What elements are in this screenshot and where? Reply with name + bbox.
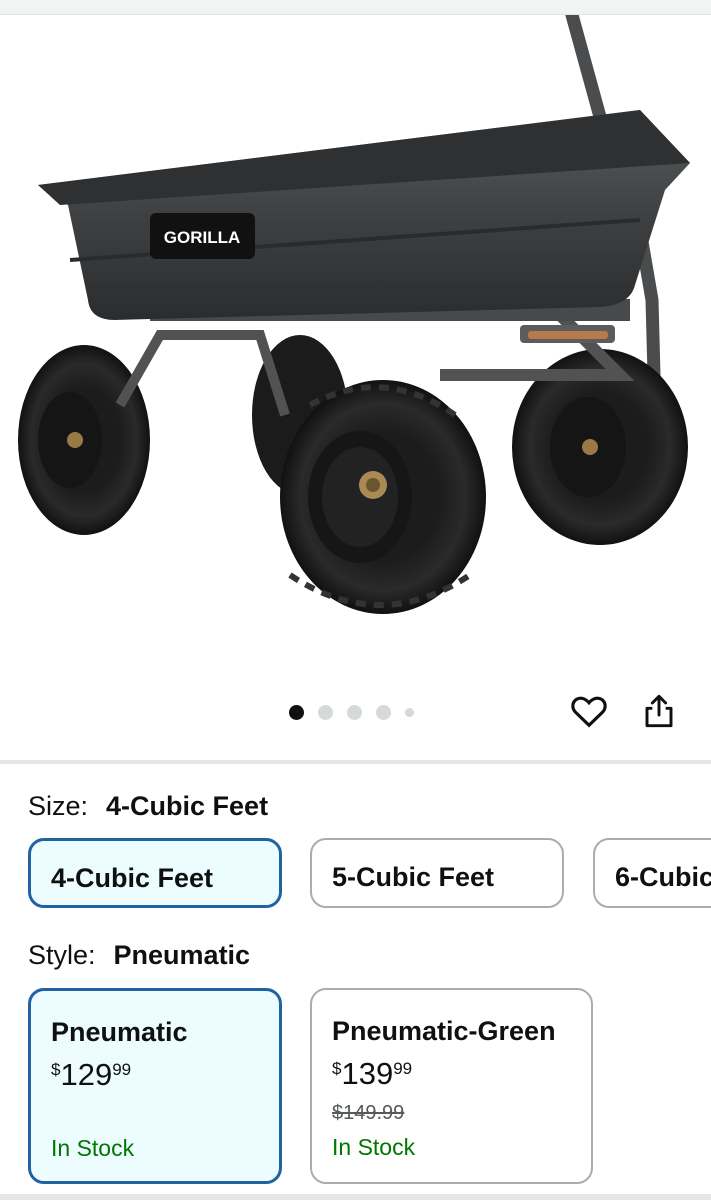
carousel-dot[interactable] (347, 705, 362, 720)
carousel-dot[interactable] (376, 705, 391, 720)
price: $13999 (332, 1056, 412, 1092)
brand-logo-text: GORILLA (164, 228, 241, 247)
carousel-dot[interactable] (405, 708, 414, 717)
list-price: $149.99 (332, 1102, 405, 1124)
heart-outline-icon (571, 696, 607, 728)
style-option-name: Pneumatic (51, 1017, 188, 1047)
share-button[interactable] (643, 693, 683, 733)
style-option-name: Pneumatic-Green (332, 1016, 556, 1046)
top-bar (0, 0, 711, 15)
style-selected-value: Pneumatic (113, 940, 251, 970)
bottom-divider (0, 1194, 711, 1200)
size-selector-label: Size: 4-Cubic Feet (28, 791, 268, 822)
style-selector-label: Style: Pneumatic (28, 940, 250, 971)
price-currency: $ (332, 1059, 342, 1078)
style-option-pneumatic[interactable]: Pneumatic $12999 In Stock (28, 988, 282, 1184)
price-whole: 139 (341, 1056, 394, 1091)
size-options-scroller[interactable]: 4-Cubic Feet 5-Cubic Feet 6-Cubic Feet (0, 830, 711, 920)
size-option-label: 6-Cubic Feet (615, 862, 711, 892)
section-divider (0, 760, 711, 764)
size-option-6-cubic-feet[interactable]: 6-Cubic Feet (593, 838, 711, 908)
stock-status: In Stock (51, 1135, 135, 1161)
price-fraction: 99 (112, 1060, 132, 1079)
product-image: GORILLA (18, 15, 690, 614)
price: $12999 (51, 1057, 131, 1093)
favorite-button[interactable] (570, 693, 610, 733)
size-label: Size: (28, 791, 89, 821)
size-option-label: 4-Cubic Feet (51, 863, 214, 893)
size-option-4-cubic-feet[interactable]: 4-Cubic Feet (28, 838, 282, 908)
carousel-dot[interactable] (289, 705, 304, 720)
share-icon (645, 694, 673, 728)
product-image-gallery[interactable]: GORILLA (0, 15, 711, 760)
carousel-dot[interactable] (318, 705, 333, 720)
price-fraction: 99 (393, 1059, 413, 1078)
price-whole: 129 (60, 1057, 113, 1092)
image-carousel-dots[interactable] (289, 705, 414, 720)
price-currency: $ (51, 1060, 61, 1079)
stock-status: In Stock (332, 1134, 416, 1160)
style-option-pneumatic-green[interactable]: Pneumatic-Green $13999 $149.99 In Stock (310, 988, 593, 1184)
size-selected-value: 4-Cubic Feet (106, 791, 269, 821)
size-option-5-cubic-feet[interactable]: 5-Cubic Feet (310, 838, 564, 908)
style-label: Style: (28, 940, 96, 970)
size-option-label: 5-Cubic Feet (332, 862, 495, 892)
